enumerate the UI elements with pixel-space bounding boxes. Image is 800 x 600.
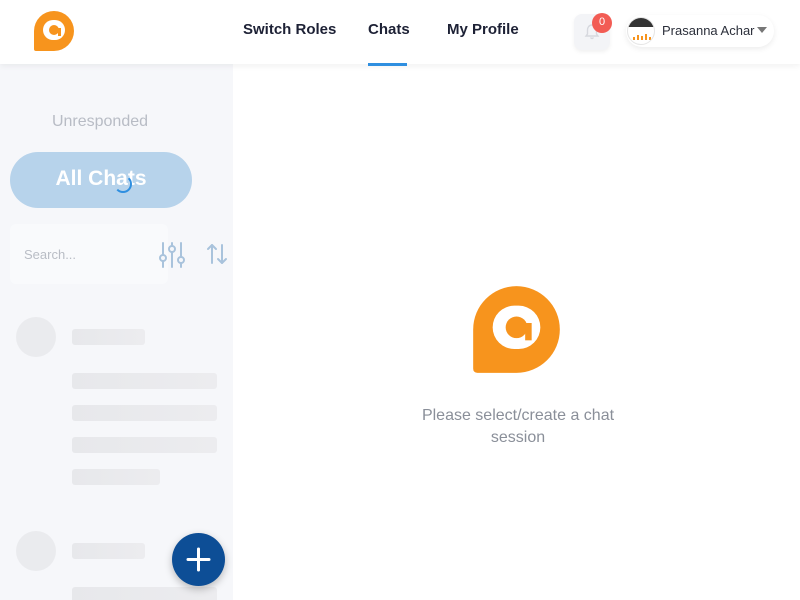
- avatar: [627, 17, 655, 45]
- skeleton-line: [72, 469, 160, 485]
- skeleton-avatar: [16, 531, 56, 571]
- nav-my-profile[interactable]: My Profile: [447, 21, 519, 38]
- search-input[interactable]: [24, 244, 154, 264]
- notification-count-badge: 0: [592, 13, 612, 33]
- caret-down-icon: [757, 27, 767, 33]
- skeleton-line: [72, 543, 145, 559]
- nav-switch-roles[interactable]: Switch Roles: [243, 21, 336, 38]
- skeleton-line: [72, 405, 217, 421]
- chat-sidebar: Unresponded All Chats: [0, 64, 233, 600]
- user-name: Prasanna Achar: [662, 23, 755, 38]
- sliders-icon[interactable]: [158, 241, 186, 269]
- loading-spinner-icon: [114, 175, 132, 193]
- skeleton-line: [72, 373, 217, 389]
- skeleton-avatar: [16, 317, 56, 357]
- search-box: [10, 224, 168, 284]
- active-tab-indicator: [368, 63, 407, 66]
- plus-icon: [186, 547, 211, 572]
- chat-main-panel: Please select/create a chat session: [233, 64, 800, 600]
- new-chat-button[interactable]: [172, 533, 225, 586]
- sort-arrows-icon[interactable]: [206, 242, 228, 266]
- skeleton-line: [72, 587, 217, 600]
- all-chats-button[interactable]: All Chats: [10, 152, 192, 208]
- skeleton-line: [72, 329, 145, 345]
- app-logo-icon[interactable]: [33, 10, 75, 52]
- skeleton-line: [72, 437, 217, 453]
- unresponded-filter[interactable]: Unresponded: [0, 113, 200, 131]
- app-logo-icon: [473, 286, 560, 373]
- user-menu-button[interactable]: Prasanna Achar: [626, 15, 774, 47]
- nav-chats[interactable]: Chats: [368, 21, 410, 38]
- top-header: Switch Roles Chats My Profile 0 Prasanna…: [0, 0, 800, 66]
- empty-state-message: Please select/create a chat session: [421, 407, 615, 446]
